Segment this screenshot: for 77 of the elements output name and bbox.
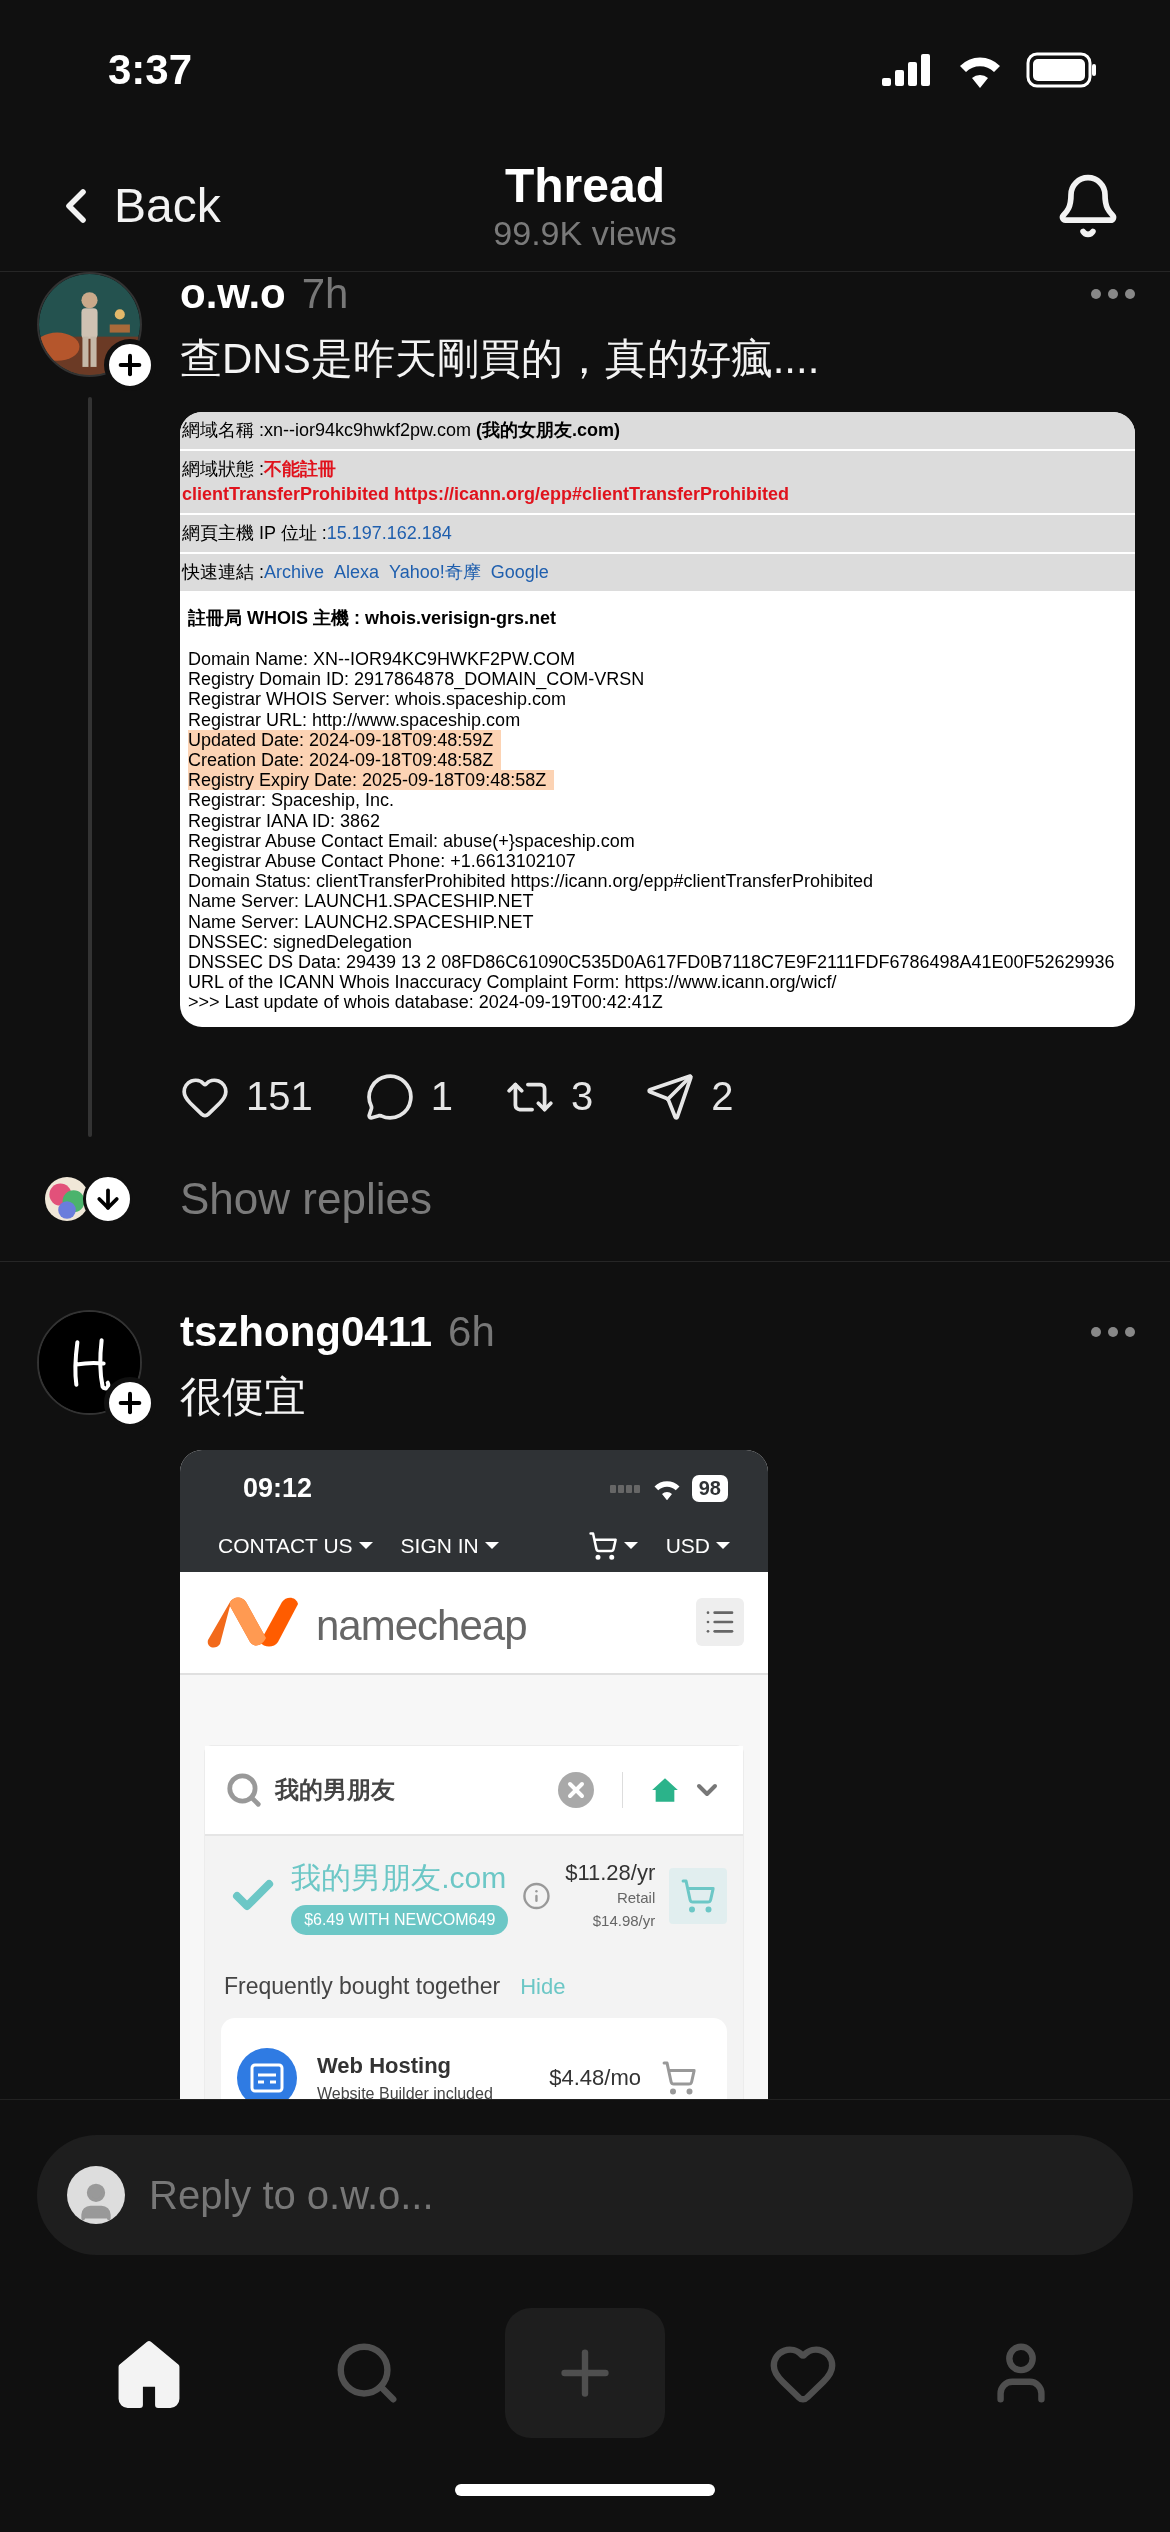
comment-icon <box>364 1071 415 1122</box>
signal-icon <box>609 1484 642 1493</box>
more-button[interactable] <box>1091 289 1135 299</box>
status-time: 3:37 <box>108 46 193 94</box>
product-detail: Website Builder included <box>317 2084 494 2099</box>
search-query: 我的男朋友 <box>275 1774 396 1805</box>
cart-icon <box>661 2059 697 2096</box>
like-button[interactable]: 151 <box>180 1071 313 1122</box>
section-title: Frequently bought together <box>224 1972 501 2000</box>
field-label: 快速連結 : <box>182 561 264 584</box>
nav-menu[interactable]: USD <box>665 1533 730 1558</box>
whois-line: Registrar Abuse Contact Email: abuse(+}spaceship.com <box>188 830 635 852</box>
field-label: 網頁主機 IP 位址 : <box>182 522 327 545</box>
info-icon <box>522 1881 552 1912</box>
quick-link[interactable]: Yahoo!奇摩 <box>389 560 481 585</box>
more-icon <box>1091 1326 1135 1337</box>
battery-icon <box>1026 52 1098 88</box>
more-icon <box>1091 289 1135 299</box>
reply-field[interactable]: Reply to o.w.o... <box>37 2135 1133 2255</box>
whois-line: DNSSEC: signedDelegation <box>188 931 413 953</box>
promo-badge: $6.49 WITH NEWCOM649 <box>291 1904 509 1935</box>
post-time: 7h <box>301 272 349 318</box>
share-button[interactable]: 2 <box>645 1071 734 1122</box>
thread-title: Thread <box>504 158 665 213</box>
post-time: 6h <box>448 1307 495 1356</box>
whois-line: URL of the ICANN Whois Inaccuracy Complaint Form: https://www.icann.org/wicf/ <box>188 972 837 993</box>
status-detail: clientTransferProhibited https://icann.org/epp#clientTransferProhibited <box>182 483 791 506</box>
nav-menu[interactable]: CONTACT US <box>218 1533 373 1558</box>
view-count: 99.9K views <box>493 212 677 253</box>
author-name[interactable]: o.w.o <box>180 272 286 318</box>
whois-line: Registrar URL: http://www.spaceship.com <box>188 709 521 730</box>
whois-line: Name Server: LAUNCH1.SPACESHIP.NET <box>188 891 534 912</box>
product-price: $4.48/mo <box>549 2064 641 2091</box>
quick-link[interactable]: Archive <box>264 560 325 585</box>
reply-input[interactable]: Reply to o.w.o... <box>147 2171 1103 2219</box>
repost-button[interactable]: 3 <box>505 1071 594 1122</box>
ip-value: 15.197.162.184 <box>326 522 452 545</box>
whois-line: Name Server: LAUNCH2.SPACESHIP.NET <box>188 911 534 932</box>
price: $11.28/yr <box>565 1860 656 1887</box>
quick-link[interactable]: Google <box>490 560 549 585</box>
send-icon <box>645 1071 696 1122</box>
whois-line: Registrar: Spaceship, Inc. <box>188 790 395 811</box>
back-button[interactable]: Back <box>48 177 221 234</box>
status-time: 09:12 <box>243 1473 313 1505</box>
retail-price: $14.98/yr <box>592 1911 656 1932</box>
whois-line: DNSSEC DS Data: 29439 13 2 08FD86C61090C535D0A617FD0B7118C7E9F2111FDF6786498A41E00F52629936 <box>188 952 1115 973</box>
status-value: 不能註冊 <box>264 458 336 481</box>
whois-line: Registrar Abuse Contact Phone: +1.6613102107 <box>188 851 576 872</box>
cart-menu[interactable] <box>587 1530 638 1561</box>
retail-label: Retail <box>616 1888 656 1909</box>
avatar-icon <box>67 2166 125 2224</box>
author-name[interactable]: tszhong0411 <box>180 1307 433 1356</box>
whois-line: Registrar IANA ID: 3862 <box>188 810 381 831</box>
whois-line: Registry Domain ID: 2917864878_DOMAIN_COM-VRSN <box>188 669 645 690</box>
domain-name: 我的男朋友.com <box>291 1859 508 1896</box>
cart-icon <box>587 1530 618 1561</box>
post-text: 查DNS是昨天剛買的，真的好瘋.... <box>180 334 821 384</box>
cart-icon <box>680 1878 717 1915</box>
field-label: 網域狀態 : <box>182 458 264 481</box>
whois-line: >>> Last update of whois database: 2024-09-19T00:42:41Z <box>188 992 663 1013</box>
whois-line: Domain Status: clientTransferProhibited https://icann.org/epp#clientTransferProhibited <box>188 871 874 892</box>
search-icon <box>225 1770 263 1809</box>
field-value: xn--ior94kc9hwkf2pw.com (我的女朋友.com) <box>264 419 621 442</box>
comment-button[interactable]: 1 <box>364 1071 453 1122</box>
more-button[interactable] <box>1091 1326 1135 1337</box>
brand-name: namecheap <box>316 1602 527 1651</box>
menu-button[interactable] <box>696 1598 744 1647</box>
product-name: Web Hosting <box>317 2052 453 2079</box>
server-heading: 註冊局 WHOIS 主機 : whois.verisign-grs.net <box>188 607 558 629</box>
post-text: 很便宜 <box>180 1371 307 1422</box>
nav-menu[interactable]: SIGN IN <box>400 1533 499 1558</box>
show-replies-link[interactable]: Show replies <box>180 1173 432 1224</box>
whois-line: Domain Name: XN--IOR94KC9HWKF2PW.COM <box>188 649 576 670</box>
quick-link[interactable]: Alexa <box>334 560 380 585</box>
whois-line: Registrar WHOIS Server: whois.spaceship.com <box>188 689 567 710</box>
battery-level: 98 <box>691 1475 728 1503</box>
field-label: 網域名稱 : <box>182 419 264 442</box>
